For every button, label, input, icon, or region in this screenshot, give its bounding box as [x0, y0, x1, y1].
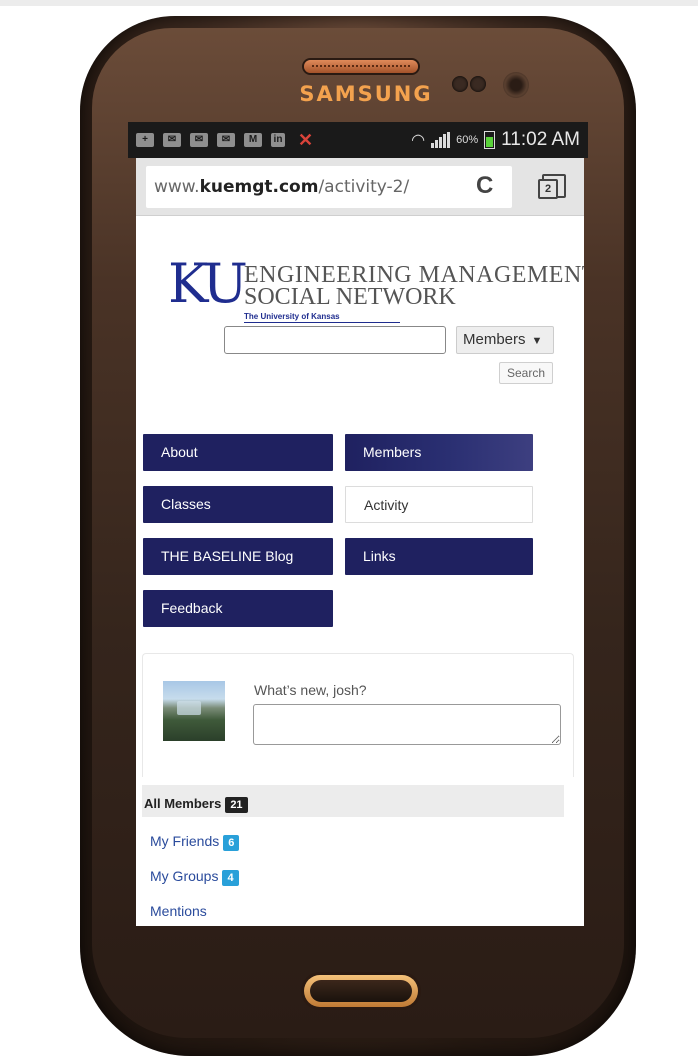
add-icon: + — [136, 133, 154, 147]
earpiece-speaker — [304, 60, 418, 73]
site-title-line2: SOCIAL NETWORK — [244, 284, 456, 310]
site-subtitle: The University of Kansas — [244, 312, 400, 323]
browser-toolbar: www.kuemgt.com/activity-2/ C 2 — [136, 158, 584, 216]
light-sensor — [470, 76, 486, 92]
battery-icon — [484, 131, 496, 149]
ku-logo[interactable]: KU — [168, 254, 248, 314]
status-bar: + ✉ ✉ ✉ M in ✕ ◠ 60% 11:02 AM — [128, 122, 588, 158]
filter-my-friends-label: My Friends — [150, 833, 220, 849]
filter-all-members[interactable]: All Members 21 — [144, 796, 248, 813]
missed-call-icon: ✕ — [298, 129, 314, 150]
status-clock: 11:02 AM — [501, 129, 580, 150]
home-button[interactable] — [304, 975, 418, 1007]
battery-percent: 60% — [456, 134, 479, 146]
wifi-icon: ◠ — [411, 132, 426, 149]
reload-icon[interactable]: C — [476, 172, 493, 200]
missed-message-icon: ✉ — [190, 133, 208, 147]
post-input[interactable] — [253, 704, 561, 745]
url-domain: kuemgt.com — [199, 177, 319, 197]
nav-activity[interactable]: Activity — [345, 486, 533, 523]
nav-classes[interactable]: Classes — [143, 486, 333, 523]
filter-mentions[interactable]: Mentions — [150, 903, 207, 919]
post-prompt: What’s new, josh? — [254, 682, 367, 698]
front-camera-icon — [503, 72, 529, 98]
nav-links[interactable]: Links — [345, 538, 533, 575]
missed-message-icon: ✉ — [217, 133, 235, 147]
page-top-band — [0, 0, 698, 6]
tabs-button[interactable]: 2 — [538, 174, 566, 200]
signal-icon — [431, 132, 451, 148]
filter-my-groups[interactable]: My Groups 4 — [150, 868, 239, 886]
nav-members[interactable]: Members — [345, 434, 533, 471]
url-path: /activity-2/ — [318, 177, 410, 197]
search-button[interactable]: Search — [499, 362, 553, 384]
nav-about[interactable]: About — [143, 434, 333, 471]
search-scope-value: Members — [463, 331, 526, 348]
filter-my-groups-label: My Groups — [150, 868, 219, 884]
search-input[interactable] — [224, 326, 446, 354]
url-prefix: www. — [154, 177, 200, 197]
all-members-count-badge: 21 — [225, 797, 248, 813]
proximity-sensor — [452, 76, 468, 92]
dropdown-arrow-icon: ▼ — [531, 335, 543, 347]
linkedin-icon: in — [271, 133, 285, 147]
nav-blog[interactable]: THE BASELINE Blog — [143, 538, 333, 575]
avatar[interactable] — [163, 681, 225, 741]
filter-my-friends[interactable]: My Friends 6 — [150, 833, 240, 851]
tab-count: 2 — [538, 179, 558, 199]
my-friends-count-badge: 6 — [223, 835, 240, 851]
filter-all-members-label: All Members — [144, 796, 222, 811]
address-bar[interactable]: www.kuemgt.com/activity-2/ — [146, 166, 512, 208]
search-scope-select[interactable]: Members ▼ — [456, 326, 554, 354]
nav-feedback[interactable]: Feedback — [143, 590, 333, 627]
mail-icon: ✉ — [163, 133, 181, 147]
device-brand: SAMSUNG — [299, 82, 433, 106]
my-groups-count-badge: 4 — [222, 870, 239, 886]
browser-screen: www.kuemgt.com/activity-2/ C 2 KU ENGINE… — [136, 158, 584, 926]
gmail-icon: M — [244, 133, 262, 147]
